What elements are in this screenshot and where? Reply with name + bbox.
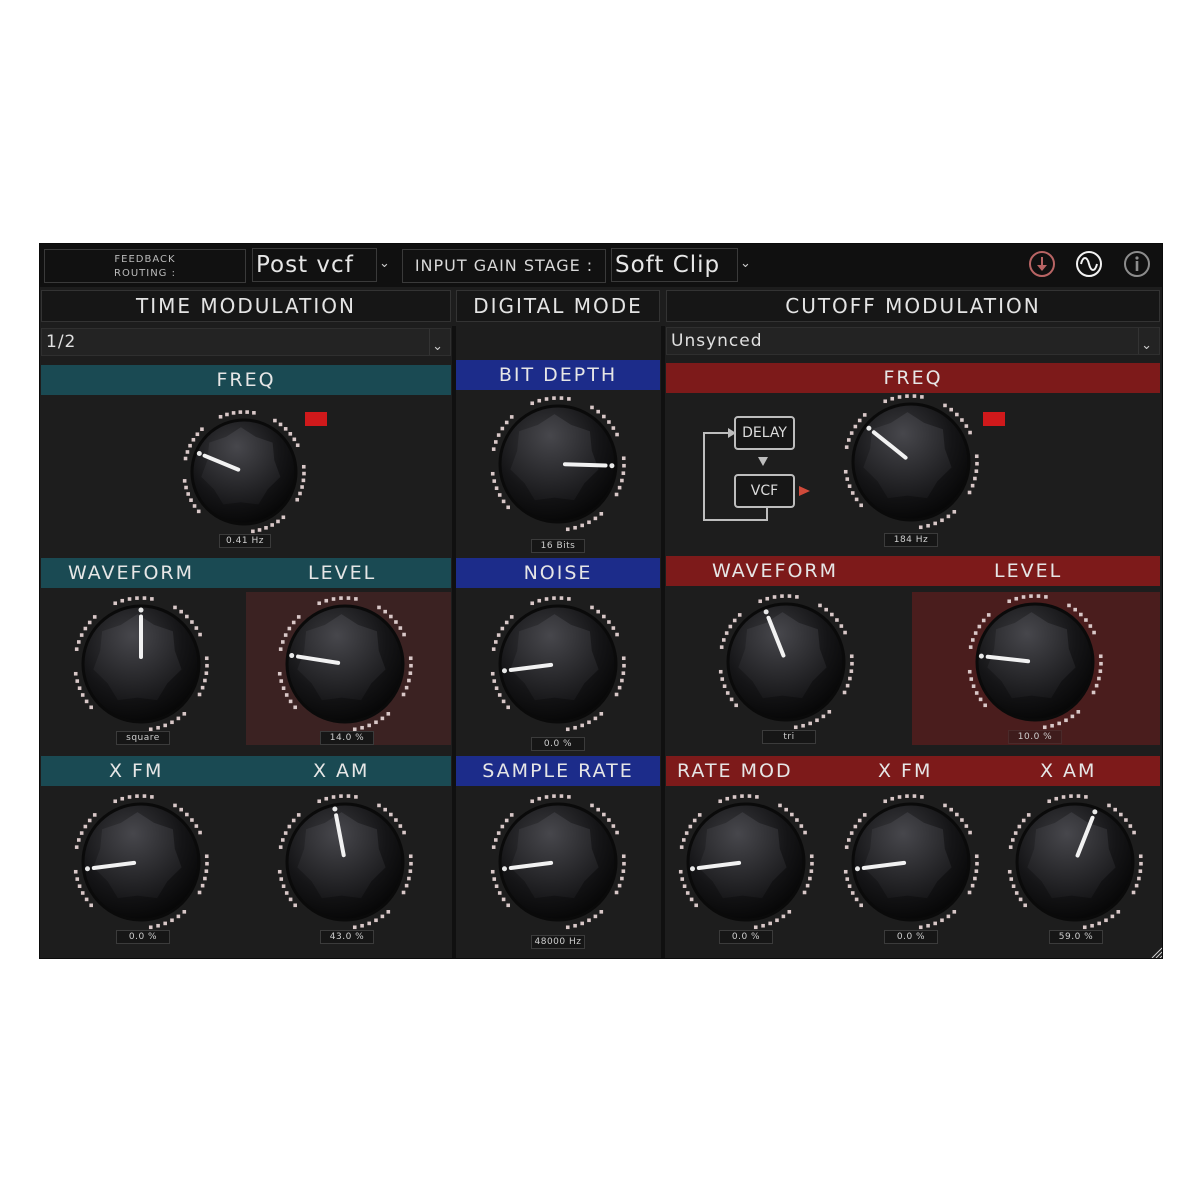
synth-plugin-window: FEEDBACK ROUTING : Post vcf ⌄ INPUT GAIN… xyxy=(39,243,1163,959)
digital-mode-title: DIGITAL MODE xyxy=(456,290,660,322)
cutoff-modulation-title: CUTOFF MODULATION xyxy=(666,290,1160,322)
download-icon[interactable] xyxy=(1028,250,1056,278)
info-icon[interactable] xyxy=(1123,250,1151,278)
noise-knob[interactable] xyxy=(486,592,630,736)
cutoff-rate-mod-value[interactable]: 0.0 % xyxy=(719,930,773,944)
time-xfm-value[interactable]: 0.0 % xyxy=(116,930,170,944)
knob-indicator-tip xyxy=(1092,809,1098,815)
cutoff-freq-sync-led[interactable] xyxy=(983,412,1005,426)
input-gain-stage-label: INPUT GAIN STAGE : xyxy=(402,249,606,283)
knob-indicator-tip xyxy=(689,866,695,872)
knob-indicator-tip xyxy=(84,866,90,872)
cutoff-rate-mod-knob[interactable] xyxy=(674,790,818,934)
output-arrow-icon xyxy=(799,486,810,496)
time-mod-sync-value: 1/2 xyxy=(46,332,77,352)
time-xfm-label: X FM xyxy=(109,760,164,782)
cutoff-xam-knob[interactable] xyxy=(1003,790,1147,934)
time-waveform-knob[interactable] xyxy=(69,592,213,736)
knob-indicator-tip xyxy=(609,463,615,469)
top-bar: FEEDBACK ROUTING : Post vcf ⌄ INPUT GAIN… xyxy=(40,244,1162,287)
bit-depth-value[interactable]: 16 Bits xyxy=(531,539,585,553)
sample-rate-header: SAMPLE RATE xyxy=(456,756,660,786)
sample-rate-value[interactable]: 48000 Hz xyxy=(531,935,585,949)
delay-block-button[interactable]: DELAY xyxy=(734,416,795,450)
bit-depth-header: BIT DEPTH xyxy=(456,360,660,390)
time-xfm-xam-header: X FM X AM xyxy=(41,756,451,786)
feedback-label-line2: ROUTING : xyxy=(114,268,176,279)
knob-indicator-tip xyxy=(854,866,860,872)
cutoff-xam-value[interactable]: 59.0 % xyxy=(1049,930,1103,944)
knob-indicator xyxy=(562,462,608,468)
knob-indicator-tip xyxy=(501,668,507,674)
knob-indicator-tip xyxy=(289,653,295,659)
cutoff-freq-header: FREQ xyxy=(666,363,1160,393)
cutoff-rate-mod-label: RATE MOD xyxy=(677,760,793,782)
bit-depth-knob[interactable] xyxy=(486,392,630,536)
time-xam-knob[interactable] xyxy=(273,790,417,934)
time-waveform-value[interactable]: square xyxy=(116,731,170,745)
cutoff-mod-row3-header: RATE MOD X FM X AM xyxy=(666,756,1160,786)
cutoff-freq-value[interactable]: 184 Hz xyxy=(884,533,938,547)
knob-indicator-tip xyxy=(978,653,984,659)
knob-indicator-tip xyxy=(332,806,338,812)
cutoff-xfm-knob[interactable] xyxy=(839,790,983,934)
cutoff-waveform-level-header: WAVEFORM LEVEL xyxy=(666,556,1160,586)
cutoff-mod-sync-value: Unsynced xyxy=(671,331,763,351)
time-waveform-level-header: WAVEFORM LEVEL xyxy=(41,558,451,588)
time-freq-value[interactable]: 0.41 Hz xyxy=(219,534,271,548)
chevron-down-icon[interactable]: ⌄ xyxy=(740,256,751,271)
chevron-down-icon[interactable]: ⌄ xyxy=(432,334,444,360)
cutoff-waveform-knob[interactable] xyxy=(714,590,858,734)
cutoff-level-label: LEVEL xyxy=(994,560,1063,582)
cutoff-waveform-value[interactable]: tri xyxy=(762,730,816,744)
time-level-knob[interactable] xyxy=(273,592,417,736)
input-gain-dropdown[interactable]: Soft Clip xyxy=(611,248,738,282)
knob-indicator-tip xyxy=(196,450,202,456)
time-mod-sync-select[interactable]: 1/2 ⌄ xyxy=(41,328,451,356)
vcf-block-button[interactable]: VCF xyxy=(734,474,795,508)
cutoff-xfm-label: X FM xyxy=(878,760,933,782)
time-level-label: LEVEL xyxy=(308,562,377,584)
noise-value[interactable]: 0.0 % xyxy=(531,737,585,751)
input-gain-value: Soft Clip xyxy=(615,252,721,278)
column-divider xyxy=(661,326,665,958)
knob-indicator-tip xyxy=(501,866,507,872)
chevron-down-icon[interactable]: ⌄ xyxy=(379,256,390,271)
feedback-routing-value: Post vcf xyxy=(256,252,354,278)
time-modulation-title: TIME MODULATION xyxy=(41,290,451,322)
cutoff-xam-label: X AM xyxy=(1040,760,1097,782)
time-level-value[interactable]: 14.0 % xyxy=(320,731,374,745)
knob-indicator-tip xyxy=(138,607,144,613)
chevron-down-icon[interactable]: ⌄ xyxy=(1141,333,1153,359)
knob-indicator-tip xyxy=(763,609,769,615)
cutoff-freq-knob[interactable] xyxy=(839,390,983,534)
arrow-down-icon xyxy=(758,457,768,466)
feedback-routing-dropdown[interactable]: Post vcf xyxy=(252,248,377,282)
sine-wave-icon[interactable] xyxy=(1075,250,1103,278)
cutoff-waveform-label: WAVEFORM xyxy=(712,560,839,582)
cutoff-xfm-value[interactable]: 0.0 % xyxy=(884,930,938,944)
cutoff-mod-sync-select[interactable]: Unsynced ⌄ xyxy=(666,327,1160,355)
resize-grip-icon[interactable] xyxy=(1150,946,1162,958)
time-waveform-label: WAVEFORM xyxy=(68,562,195,584)
knob-indicator-tip xyxy=(866,425,872,431)
sample-rate-knob[interactable] xyxy=(486,790,630,934)
time-xfm-knob[interactable] xyxy=(69,790,213,934)
cutoff-level-knob[interactable] xyxy=(963,590,1107,734)
time-freq-header: FREQ xyxy=(41,365,451,395)
cutoff-level-value[interactable]: 10.0 % xyxy=(1008,730,1062,744)
feedback-label-line1: FEEDBACK xyxy=(114,254,176,265)
noise-header: NOISE xyxy=(456,558,660,588)
column-divider xyxy=(452,326,456,958)
feedback-routing-label: FEEDBACK ROUTING : xyxy=(44,249,246,283)
time-xam-label: X AM xyxy=(313,760,370,782)
time-freq-knob[interactable] xyxy=(178,406,310,538)
time-xam-value[interactable]: 43.0 % xyxy=(320,930,374,944)
